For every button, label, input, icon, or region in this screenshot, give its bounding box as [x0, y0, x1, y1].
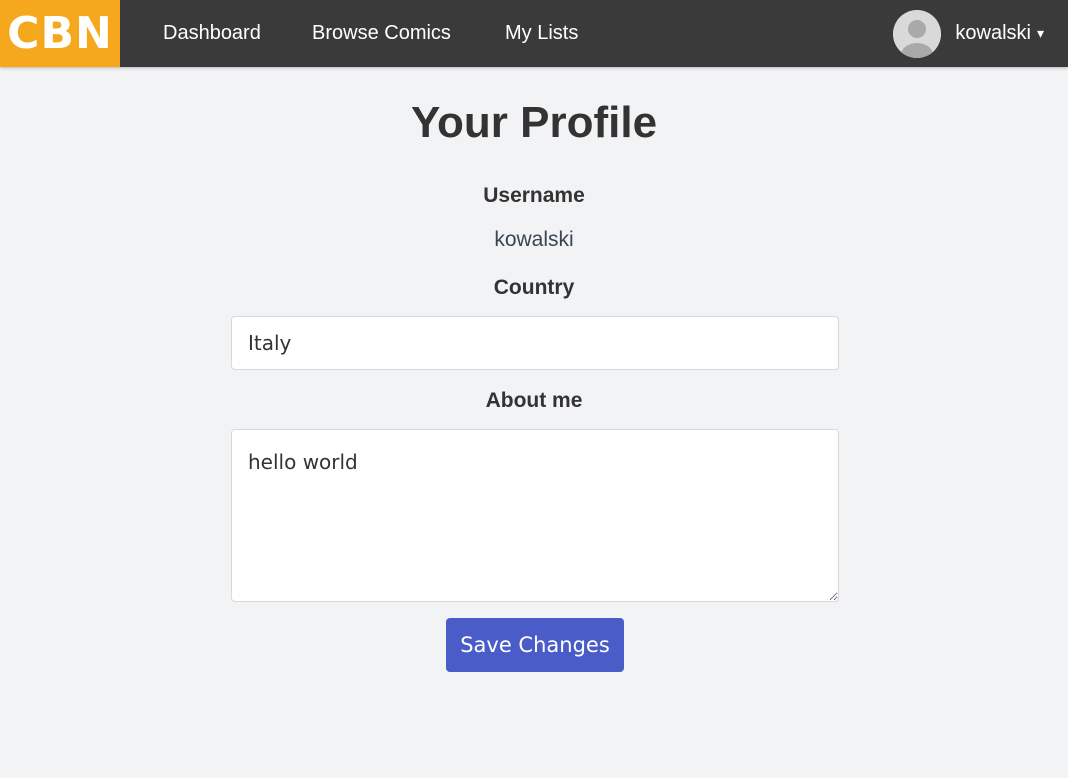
nav-link-browse-comics[interactable]: Browse Comics — [312, 0, 451, 67]
nav-link-dashboard[interactable]: Dashboard — [163, 0, 261, 67]
country-input[interactable] — [231, 316, 839, 370]
username-value: kowalski — [494, 228, 574, 251]
user-menu-username: kowalski — [955, 22, 1031, 44]
about-me-label: About me — [485, 389, 583, 412]
top-navbar: CBN Dashboard Browse Comics My Lists kow… — [0, 0, 1068, 67]
user-menu[interactable]: kowalski ▾ — [893, 0, 1044, 67]
save-changes-button[interactable]: Save Changes — [446, 618, 624, 672]
nav-link-my-lists[interactable]: My Lists — [505, 0, 578, 67]
cbn-logo[interactable]: CBN — [0, 0, 120, 67]
username-label: Username — [483, 184, 585, 207]
about-me-textarea[interactable]: hello world — [231, 429, 839, 602]
page-title: Your Profile — [410, 98, 658, 147]
country-label: Country — [493, 276, 575, 299]
chevron-down-icon: ▾ — [1036, 25, 1044, 41]
avatar-icon — [893, 9, 942, 58]
